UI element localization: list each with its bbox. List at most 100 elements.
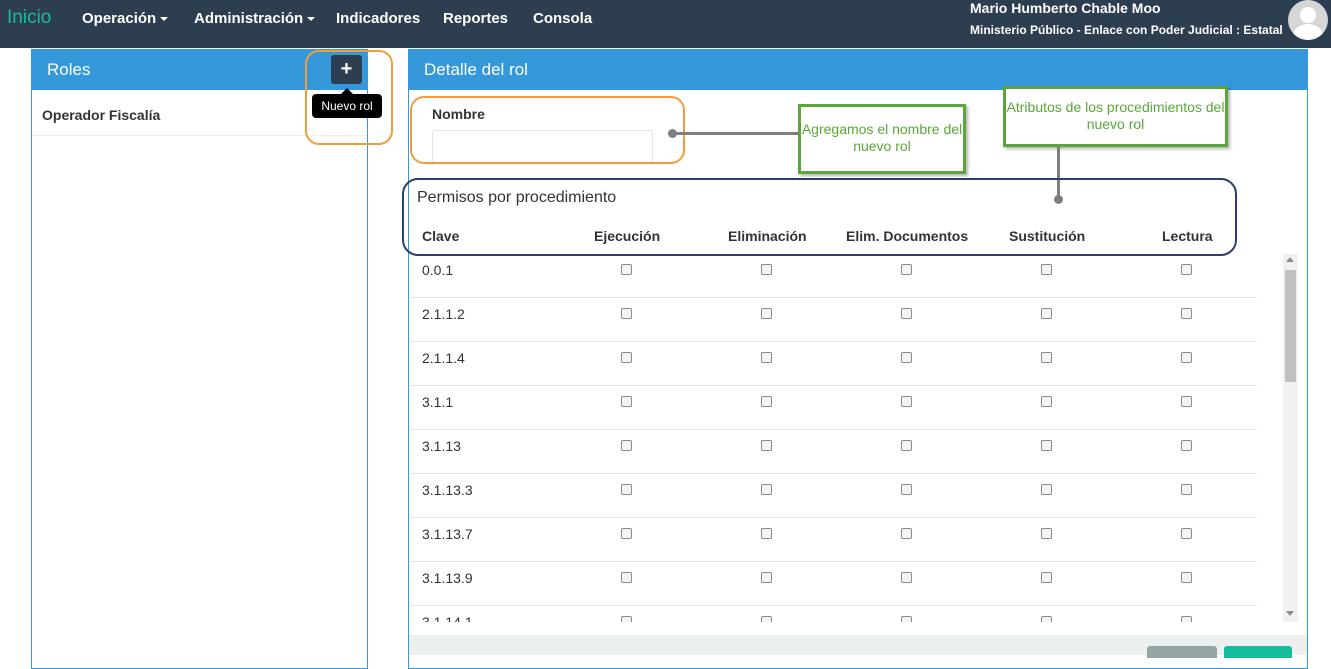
permission-checkbox[interactable]	[621, 396, 632, 407]
row-clave: 3.1.14.1	[422, 614, 473, 622]
user-name: Mario Humberto Chable Moo	[970, 0, 1161, 16]
permission-checkbox[interactable]	[1181, 484, 1192, 495]
permission-checkbox[interactable]	[761, 264, 772, 275]
table-row: 3.1.13	[410, 430, 1257, 474]
permission-checkbox[interactable]	[1181, 396, 1192, 407]
callout-attributes: Atributos de los procedimientos del nuev…	[1003, 86, 1228, 147]
new-role-button[interactable]: +	[331, 55, 362, 84]
table-row: 3.1.13.3	[410, 474, 1257, 518]
nav-operacion[interactable]: Operación	[82, 10, 169, 27]
row-clave: 3.1.13.9	[422, 570, 473, 586]
row-clave: 3.1.13	[422, 438, 461, 454]
callout-name: Agregamos el nombre del nuevo rol	[798, 104, 966, 174]
scroll-down-icon[interactable]	[1286, 611, 1294, 616]
row-clave: 3.1.13.7	[422, 526, 473, 542]
table-row: 3.1.13.7	[410, 518, 1257, 562]
new-role-tooltip: Nuevo rol	[312, 94, 382, 118]
row-clave: 2.1.1.2	[422, 306, 465, 322]
permission-checkbox[interactable]	[901, 484, 912, 495]
permission-checkbox[interactable]	[621, 572, 632, 583]
permission-checkbox[interactable]	[1041, 528, 1052, 539]
table-row: 3.1.13.9	[410, 562, 1257, 606]
permission-checkbox[interactable]	[901, 616, 912, 622]
brand-link[interactable]: Inicio	[7, 7, 51, 29]
permission-checkbox[interactable]	[901, 308, 912, 319]
nav-indicadores[interactable]: Indicadores	[336, 10, 420, 27]
permission-checkbox[interactable]	[901, 352, 912, 363]
callout-connector	[673, 132, 799, 135]
table-row: 2.1.1.2	[410, 298, 1257, 342]
permission-checkbox[interactable]	[1181, 528, 1192, 539]
permission-checkbox[interactable]	[1041, 352, 1052, 363]
permission-checkbox[interactable]	[621, 528, 632, 539]
permission-checkbox[interactable]	[1181, 616, 1192, 622]
permission-checkbox[interactable]	[901, 572, 912, 583]
column-header-lectura: Lectura	[1162, 228, 1213, 244]
permission-checkbox[interactable]	[1181, 572, 1192, 583]
column-header-clave: Clave	[422, 228, 460, 244]
permission-checkbox[interactable]	[1041, 484, 1052, 495]
permission-checkbox[interactable]	[901, 440, 912, 451]
permission-checkbox[interactable]	[1181, 308, 1192, 319]
permission-checkbox[interactable]	[1181, 264, 1192, 275]
permission-checkbox[interactable]	[621, 308, 632, 319]
permission-checkbox[interactable]	[1041, 308, 1052, 319]
permission-checkbox[interactable]	[1041, 572, 1052, 583]
permission-checkbox[interactable]	[761, 352, 772, 363]
permission-checkbox[interactable]	[761, 528, 772, 539]
callout-connector-dot	[668, 129, 677, 138]
column-header-sustitucion: Sustitución	[1009, 228, 1086, 244]
table-row: 0.0.1	[410, 254, 1257, 298]
nav-reportes[interactable]: Reportes	[443, 10, 508, 27]
column-header-elim-documentos: Elim. Documentos	[846, 228, 969, 244]
save-button[interactable]	[1224, 646, 1292, 658]
user-organization: Ministerio Público - Enlace con Poder Ju…	[970, 23, 1283, 37]
permission-checkbox[interactable]	[761, 572, 772, 583]
permission-checkbox[interactable]	[1041, 264, 1052, 275]
table-row: 3.1.1	[410, 386, 1257, 430]
permission-checkbox[interactable]	[621, 352, 632, 363]
permission-checkbox[interactable]	[621, 264, 632, 275]
permission-checkbox[interactable]	[1181, 352, 1192, 363]
permission-checkbox[interactable]	[1041, 440, 1052, 451]
row-clave: 0.0.1	[422, 262, 454, 278]
permission-checkbox[interactable]	[901, 264, 912, 275]
nav-administracion-label: Administración	[194, 10, 304, 27]
permission-checkbox[interactable]	[1041, 616, 1052, 622]
permission-checkbox[interactable]	[1041, 396, 1052, 407]
plus-icon: +	[340, 58, 353, 80]
scroll-thumb[interactable]	[1285, 270, 1296, 382]
user-avatar-icon[interactable]	[1288, 0, 1328, 40]
row-clave: 3.1.13.3	[422, 482, 473, 498]
scroll-up-icon[interactable]	[1286, 257, 1294, 262]
permission-checkbox[interactable]	[761, 616, 772, 622]
row-clave: 3.1.1	[422, 394, 454, 410]
permissions-title: Permisos por procedimiento	[417, 189, 617, 206]
permission-checkbox[interactable]	[621, 616, 632, 622]
caret-down-icon	[307, 17, 316, 22]
permission-checkbox[interactable]	[761, 484, 772, 495]
cancel-button[interactable]	[1147, 646, 1217, 658]
permission-checkbox[interactable]	[621, 484, 632, 495]
table-row: 2.1.1.4	[410, 342, 1257, 386]
permission-checkbox[interactable]	[901, 396, 912, 407]
permission-checkbox[interactable]	[1181, 440, 1192, 451]
column-header-eliminacion: Eliminación	[728, 228, 807, 244]
permission-checkbox[interactable]	[621, 440, 632, 451]
permission-checkbox[interactable]	[761, 396, 772, 407]
column-header-ejecucion: Ejecución	[594, 228, 661, 244]
role-detail-title: Detalle del rol	[409, 50, 1307, 90]
table-scrollbar[interactable]	[1283, 254, 1298, 622]
nav-administracion[interactable]: Administración	[194, 10, 316, 27]
permission-checkbox[interactable]	[761, 308, 772, 319]
nav-consola[interactable]: Consola	[533, 10, 592, 27]
table-row: 3.1.14.1	[410, 606, 1257, 622]
permission-checkbox[interactable]	[761, 440, 772, 451]
row-clave: 2.1.1.4	[422, 350, 465, 366]
caret-down-icon	[160, 17, 169, 22]
highlight-name-field	[410, 96, 685, 164]
permissions-table: 0.0.1 2.1.1.2 2.1.1.4 3.1.1 3.1.13 3.1.13.3 3.…	[410, 254, 1257, 622]
permission-checkbox[interactable]	[901, 528, 912, 539]
nav-operacion-label: Operación	[82, 10, 157, 27]
top-navbar: Inicio Operación Administración Indicado…	[0, 0, 1331, 48]
